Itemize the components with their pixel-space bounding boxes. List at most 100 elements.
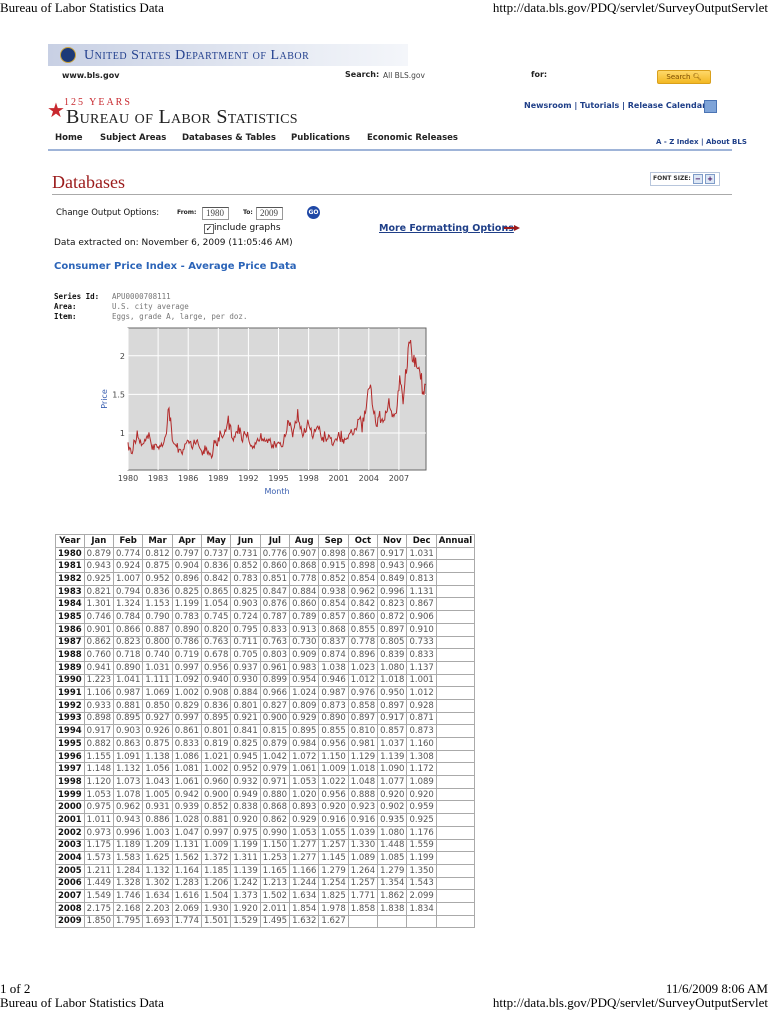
annual-cell bbox=[435, 876, 476, 891]
price-cell: 1.324 bbox=[113, 597, 144, 612]
column-header: Sep bbox=[318, 534, 349, 548]
price-cell: 0.916 bbox=[318, 813, 349, 827]
price-cell: 0.900 bbox=[201, 787, 232, 802]
series-id-label: Series Id: bbox=[54, 292, 100, 301]
font-size-label: FONT SIZE: bbox=[653, 175, 691, 182]
search-scope[interactable]: All BLS.gov bbox=[383, 71, 425, 80]
price-cell: 0.997 bbox=[171, 711, 203, 726]
nav-subject-areas[interactable]: Subject Areas bbox=[100, 133, 166, 143]
price-cell: 1.089 bbox=[406, 775, 437, 789]
calendar-icon[interactable] bbox=[704, 100, 717, 113]
price-cell: 0.854 bbox=[318, 597, 349, 612]
x-tick-label: 1992 bbox=[238, 474, 258, 483]
annual-cell bbox=[435, 572, 476, 586]
year-cell: 1991 bbox=[55, 686, 85, 700]
price-cell: 1.132 bbox=[142, 863, 173, 878]
print-footer-title: Bureau of Labor Statistics Data bbox=[0, 995, 164, 1010]
price-cell: 1.120 bbox=[83, 775, 115, 789]
release-calendar-link[interactable]: Release Calendar bbox=[628, 101, 706, 110]
price-cell: 0.737 bbox=[201, 546, 232, 561]
price-cell: 0.786 bbox=[171, 635, 203, 650]
price-cell: 1.301 bbox=[83, 597, 115, 612]
tutorials-link[interactable]: Tutorials bbox=[580, 101, 619, 110]
more-formatting-link[interactable]: More Formatting Options bbox=[379, 223, 514, 234]
price-cell: 1.693 bbox=[142, 914, 173, 929]
price-cell: 1.080 bbox=[377, 660, 408, 675]
price-cell: 0.906 bbox=[406, 610, 437, 624]
price-cell: 1.072 bbox=[289, 749, 320, 764]
price-cell: 1.850 bbox=[83, 914, 115, 929]
newsroom-link[interactable]: Newsroom bbox=[524, 101, 572, 110]
price-cell: 0.925 bbox=[406, 813, 437, 827]
price-cell: 1.047 bbox=[171, 825, 203, 840]
price-cell: 1.795 bbox=[113, 914, 144, 929]
font-size-control: FONT SIZE: − + bbox=[650, 172, 720, 186]
bls-title[interactable]: Bureau of Labor Statistics bbox=[66, 106, 298, 129]
year-cell: 1992 bbox=[55, 698, 85, 713]
table-row: 1994 0.917 0.903 0.926 0.861 0.801 0.841 0.815 0… bbox=[55, 724, 476, 738]
price-cell: 0.861 bbox=[171, 724, 203, 738]
year-cell: 1995 bbox=[55, 737, 85, 751]
to-year-input[interactable]: 2009 bbox=[256, 207, 283, 220]
column-header: Aug bbox=[289, 534, 320, 548]
price-cell: 0.809 bbox=[289, 698, 320, 713]
nav-publications[interactable]: Publications bbox=[291, 133, 350, 143]
from-year-input[interactable]: 1980 bbox=[202, 207, 229, 220]
x-tick-label: 1989 bbox=[208, 474, 228, 483]
column-header: Jan bbox=[83, 534, 115, 548]
price-cell: 0.996 bbox=[113, 825, 144, 840]
font-increase-button[interactable]: + bbox=[705, 173, 715, 184]
font-decrease-button[interactable]: − bbox=[692, 173, 703, 184]
column-header: May bbox=[201, 534, 232, 548]
nav-home[interactable]: Home bbox=[55, 133, 83, 143]
include-graphs-checkbox[interactable]: ✓ bbox=[204, 224, 214, 234]
price-cell: 1.011 bbox=[83, 813, 115, 827]
column-header: Dec bbox=[406, 534, 437, 548]
price-cell: 1.165 bbox=[259, 863, 291, 878]
price-cell: 0.836 bbox=[142, 584, 173, 599]
price-cell: 1.139 bbox=[230, 863, 261, 878]
price-cell: 0.860 bbox=[259, 559, 291, 574]
search-button[interactable]: Search 🔍︎ bbox=[657, 70, 711, 84]
price-cell: 0.943 bbox=[113, 813, 144, 827]
year-cell: 2008 bbox=[55, 901, 85, 916]
price-cell: 0.740 bbox=[142, 648, 173, 662]
price-cell: 0.952 bbox=[230, 762, 261, 777]
az-index-link[interactable]: A - Z Index bbox=[656, 138, 699, 146]
price-cell: 0.900 bbox=[259, 711, 291, 726]
price-cell: 1.862 bbox=[377, 889, 408, 903]
year-cell: 1988 bbox=[55, 648, 85, 662]
annual-cell bbox=[435, 737, 476, 751]
price-cell: 0.731 bbox=[230, 546, 261, 561]
price-cell: 0.719 bbox=[171, 648, 203, 662]
about-bls-link[interactable]: About BLS bbox=[706, 138, 747, 146]
dol-title[interactable]: United States Department of Labor bbox=[84, 48, 309, 64]
price-cell: 0.852 bbox=[230, 559, 261, 574]
price-cell: 0.886 bbox=[142, 813, 173, 827]
price-cell: 0.956 bbox=[201, 660, 232, 675]
price-cell: 0.876 bbox=[259, 597, 291, 612]
table-row: 2006 1.449 1.328 1.302 1.283 1.206 1.242 1.213 1… bbox=[55, 876, 476, 891]
year-cell: 2000 bbox=[55, 800, 85, 815]
price-cell: 0.789 bbox=[289, 610, 320, 624]
nav-economic-releases[interactable]: Economic Releases bbox=[367, 133, 458, 143]
price-cell: 1.091 bbox=[113, 749, 144, 764]
price-cell: 0.865 bbox=[201, 584, 232, 599]
area-value: U.S. city average bbox=[112, 302, 189, 311]
table-row: 1982 0.925 1.007 0.952 0.896 0.842 0.783 0.851 0… bbox=[55, 572, 476, 586]
site-link[interactable]: www.bls.gov bbox=[62, 71, 119, 80]
price-cell: 0.849 bbox=[377, 572, 408, 586]
price-cell: 0.836 bbox=[201, 559, 232, 574]
price-cell: 0.860 bbox=[347, 610, 379, 624]
nav-databases-tables[interactable]: Databases & Tables bbox=[182, 133, 276, 143]
price-cell: 0.805 bbox=[377, 635, 408, 650]
price-cell: 0.801 bbox=[201, 724, 232, 738]
go-button[interactable]: GO bbox=[307, 206, 320, 219]
item-label: Item: bbox=[54, 312, 77, 321]
price-cell: 1.176 bbox=[406, 825, 437, 840]
price-cell: 0.956 bbox=[318, 737, 349, 751]
price-cell: 1.279 bbox=[318, 863, 349, 878]
price-cell: 1.145 bbox=[318, 851, 349, 865]
table-row: 1980 0.879 0.774 0.812 0.797 0.737 0.731 0.776 0… bbox=[55, 546, 476, 561]
price-cell: 1.078 bbox=[113, 787, 144, 802]
